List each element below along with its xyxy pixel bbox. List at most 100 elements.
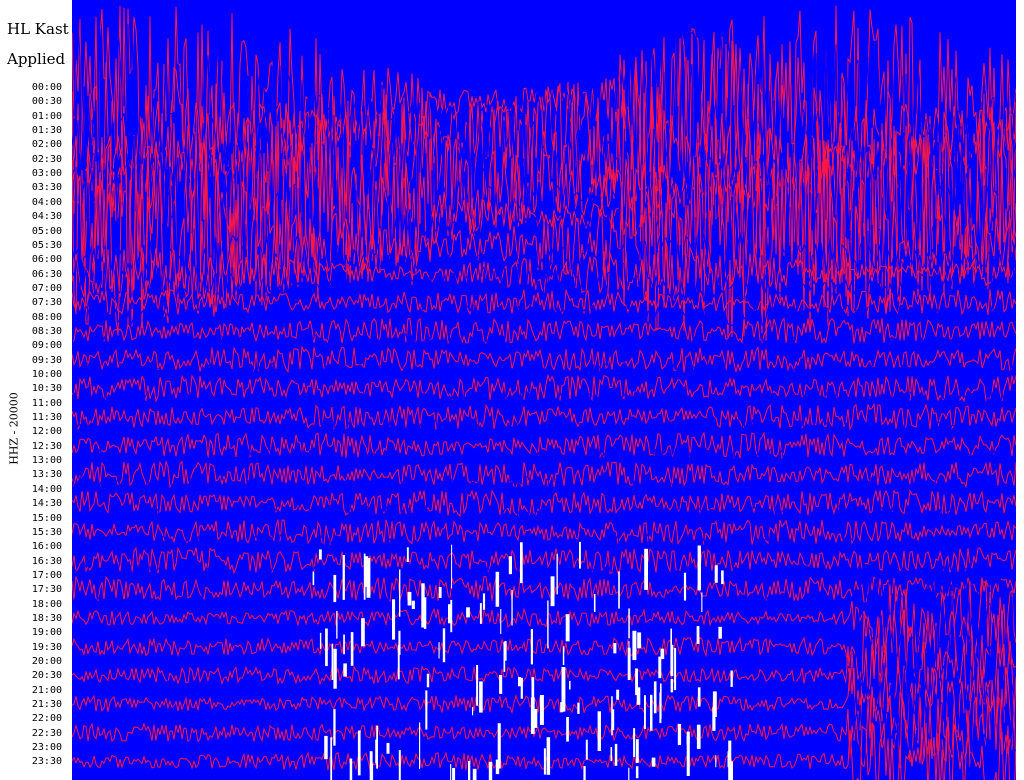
time-tick-label: 00:00 (31, 82, 62, 93)
time-tick-label: 20:30 (31, 670, 62, 682)
time-tick-label: 09:30 (31, 354, 62, 366)
trace-gap (577, 702, 580, 714)
time-tick-label: 16:30 (31, 555, 62, 567)
time-tick-label: 04:00 (31, 196, 62, 208)
trace-gap (495, 759, 500, 775)
time-tick-label: 22:30 (31, 727, 62, 739)
trace-gap (479, 603, 482, 624)
trace-gap (618, 571, 620, 609)
trace-gap (560, 702, 564, 713)
trace-gap (593, 594, 596, 612)
trace-gap (718, 626, 722, 639)
trace-gap (343, 663, 347, 677)
trace-gap (533, 708, 538, 728)
trace-gap (466, 607, 470, 618)
trace-gap (635, 766, 639, 779)
time-tick-label: 14:00 (31, 483, 62, 495)
trace-gap (659, 692, 662, 724)
time-tick-label: 15:30 (31, 526, 62, 538)
trace-gap (343, 634, 345, 655)
trace-gap (727, 751, 731, 768)
trace-gap (543, 748, 546, 775)
trace-gap (508, 556, 512, 575)
trace-gap (697, 687, 701, 707)
time-tick-label: 21:00 (31, 684, 62, 696)
trace-gap (569, 680, 571, 690)
time-tick-label: 18:30 (31, 612, 62, 624)
trace-gap (411, 600, 415, 609)
trace-gap (468, 760, 471, 780)
trace-gap (511, 589, 513, 626)
time-tick-label: 10:00 (31, 369, 62, 380)
time-tick-label: 05:30 (31, 239, 62, 251)
trace-gap (392, 599, 396, 640)
trace-gap (715, 755, 717, 768)
time-tick-label: 03:30 (31, 182, 62, 194)
trace-gap (650, 694, 653, 731)
time-tick-label: 06:30 (31, 268, 62, 280)
trace-gap (366, 557, 371, 598)
trace-gap (363, 553, 366, 600)
trace-gap (336, 610, 338, 639)
trace-gap (438, 587, 442, 598)
trace-gap (633, 728, 636, 757)
trace-gap (398, 630, 401, 655)
trace-gap (610, 747, 613, 762)
trace-gap (331, 643, 334, 680)
trace-gap (479, 681, 483, 713)
trace-gap (333, 648, 337, 689)
trace-gap (442, 628, 446, 663)
trace-gap (499, 675, 503, 694)
trace-gap (425, 690, 428, 730)
trace-gap (585, 739, 588, 760)
trace-gap (712, 707, 716, 731)
trace-gap (696, 626, 700, 644)
time-tick-label: 02:00 (31, 139, 62, 151)
trace-gap (653, 681, 657, 714)
trace-gap (476, 665, 479, 706)
trace-gap (651, 757, 656, 767)
trace-gap (697, 545, 701, 591)
time-tick-label: 00:30 (31, 96, 62, 108)
trace-gap (318, 549, 322, 560)
trace-gap (730, 670, 733, 687)
trace-gap (612, 709, 615, 731)
trace-gap (583, 766, 586, 780)
time-tick-label: 10:30 (31, 383, 62, 395)
time-tick-label: 01:30 (31, 125, 62, 137)
trace-gap (520, 542, 523, 584)
trace-gap (438, 642, 440, 659)
time-tick-label: 14:30 (31, 498, 62, 510)
trace-gap (482, 593, 486, 610)
trace-gap (530, 629, 533, 665)
trace-gap (426, 673, 430, 688)
helicorder-plot (72, 0, 1016, 780)
trace-gap (452, 768, 456, 780)
time-tick-label: 21:30 (31, 699, 62, 711)
trace-gap (504, 641, 507, 661)
time-tick-label: 19:30 (31, 641, 62, 653)
time-tick-label: 07:30 (31, 297, 62, 309)
time-tick-label: 08:30 (31, 325, 62, 337)
time-tick-label: 08:00 (31, 311, 62, 323)
trace-gap (330, 737, 333, 780)
trace-gap (419, 722, 421, 769)
time-tick-label: 13:00 (31, 455, 62, 467)
trace-gap (406, 547, 409, 562)
trace-gap (349, 758, 353, 780)
time-tick-label: 01:00 (31, 110, 62, 122)
trace-gap (450, 764, 452, 780)
trace-gap (450, 600, 453, 633)
trace-gap (714, 565, 718, 583)
trace-gap (386, 742, 390, 754)
trace-gap (637, 632, 642, 649)
trace-gap (361, 618, 365, 647)
trace-gap (324, 735, 328, 760)
time-tick-label: 11:30 (31, 412, 62, 424)
time-tick-label: 17:30 (31, 584, 62, 596)
time-axis: 00:00 00:30 01:00 01:30 02:00 02:30 03:00 03:30… (0, 0, 68, 780)
time-tick-label: 23:30 (31, 756, 62, 768)
trace-gap (635, 739, 639, 763)
trace-gap (407, 591, 412, 606)
trace-gap (357, 730, 361, 776)
